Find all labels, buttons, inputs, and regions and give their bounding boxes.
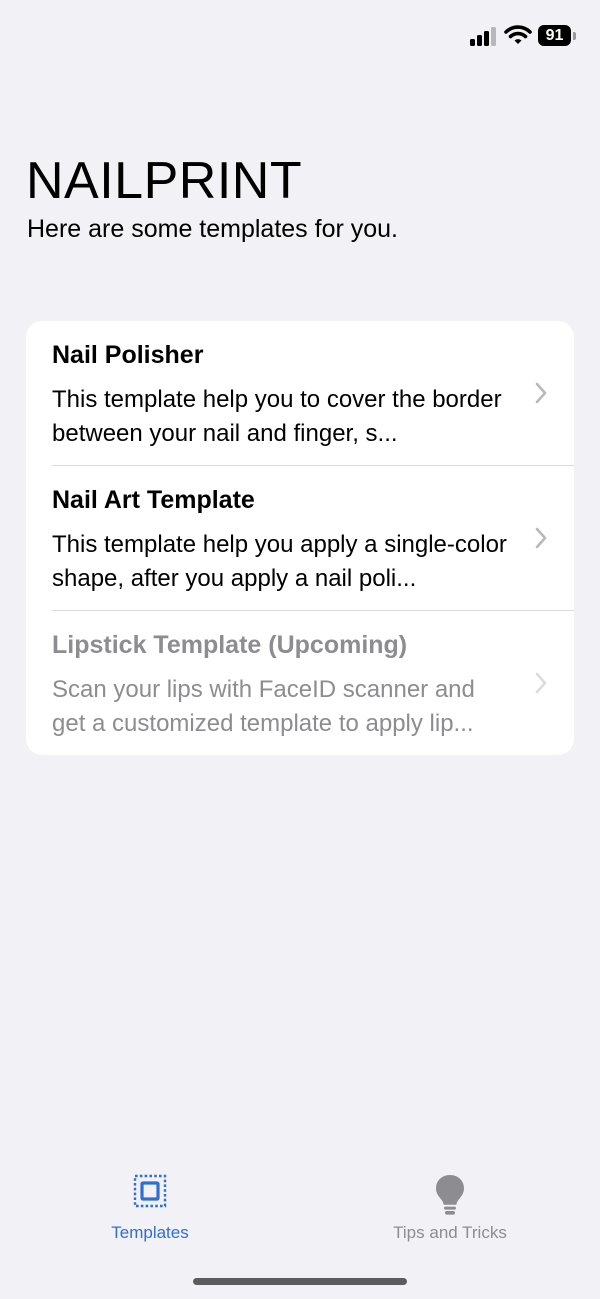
template-description: This template help you apply a single-co… [52,531,507,592]
template-description: This template help you to cover the bord… [52,386,502,447]
template-title: Nail Polisher [52,341,204,369]
page-subtitle: Here are some templates for you. [27,215,398,243]
template-row-lipstick[interactable]: Lipstick Template (Upcoming) Scan your l… [26,611,574,755]
battery-icon: 91 [538,25,578,47]
chevron-right-icon [535,672,547,694]
template-title: Nail Art Template [52,486,255,514]
template-title: Lipstick Template (Upcoming) [52,631,408,659]
chevron-right-icon [535,382,547,404]
template-description: Scan your lips with FaceID scanner and g… [52,676,475,737]
template-row-nail-polisher[interactable]: Nail Polisher This template help you to … [26,321,574,466]
tab-tips-and-tricks[interactable]: Tips and Tricks [350,1160,550,1250]
tab-templates[interactable]: Templates [50,1160,250,1250]
battery-level: 91 [538,25,571,46]
tab-bar: Templates Tips and Tricks [0,1160,600,1260]
tab-label: Tips and Tricks [393,1223,507,1242]
home-indicator[interactable] [193,1278,407,1285]
lightbulb-icon [436,1175,464,1215]
page-title: NAILPRINT [26,152,303,210]
template-frame-icon [133,1174,167,1208]
templates-list: Nail Polisher This template help you to … [26,321,574,755]
template-row-nail-art[interactable]: Nail Art Template This template help you… [26,466,574,611]
status-bar: 91 [0,0,600,70]
wifi-icon [504,25,532,44]
cellular-signal-icon [470,26,498,46]
tab-label: Templates [111,1223,189,1242]
chevron-right-icon [535,527,547,549]
